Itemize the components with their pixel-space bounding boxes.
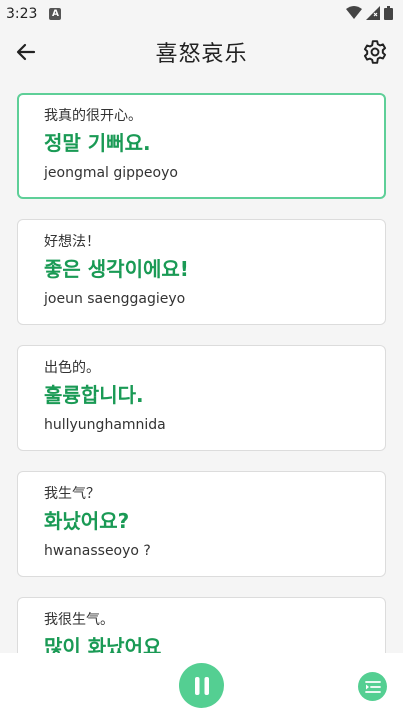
playlist-button[interactable]: [358, 672, 387, 701]
romanization-text: joeun saenggagieyo: [44, 291, 186, 307]
phrase-card[interactable]: 好想法！ 좋은 생각이에요! joeun saenggagieyo: [17, 219, 386, 325]
pause-icon: [194, 676, 209, 695]
phrase-card[interactable]: 我很生气。 많이 화났어요: [17, 597, 386, 653]
romanization-text: hwanasseoyo ?: [44, 543, 151, 559]
arrow-left-icon: [16, 43, 36, 61]
phrase-card[interactable]: 出色的。 훌륭합니다. hullyunghamnida: [17, 345, 386, 451]
romanization-text: jeongmal gippeoyo: [44, 165, 178, 181]
chinese-text: 我很生气。: [44, 612, 114, 628]
chinese-text: 好想法！: [44, 234, 100, 250]
back-button[interactable]: [12, 38, 40, 66]
korean-text: 좋은 생각이에요!: [44, 257, 189, 281]
gear-icon: [363, 40, 387, 64]
wifi-icon: [346, 5, 362, 24]
romanization-text: hullyunghamnida: [44, 417, 166, 433]
chinese-text: 出色的。: [44, 360, 100, 376]
phrase-card[interactable]: 我真的很开心。 정말 기뻐요. jeongmal gippeoyo: [17, 93, 386, 199]
chinese-text: 我真的很开心。: [44, 108, 142, 124]
status-bar: 3:23 A: [0, 0, 403, 28]
phrase-card[interactable]: 我生气？ 화났어요? hwanasseoyo ?: [17, 471, 386, 577]
page-title: 喜怒哀乐: [155, 42, 248, 67]
app-bar: 喜怒哀乐: [0, 28, 403, 76]
list-icon: [364, 680, 381, 693]
korean-text: 많이 화났어요: [44, 635, 162, 653]
a-box-icon: A: [49, 8, 62, 20]
chinese-text: 我生气？: [44, 486, 100, 502]
battery-icon: [384, 5, 393, 24]
korean-text: 훌륭합니다.: [44, 383, 144, 407]
pause-button[interactable]: [179, 663, 224, 708]
korean-text: 정말 기뻐요.: [44, 131, 151, 155]
signal-icon: [366, 5, 380, 24]
settings-button[interactable]: [361, 38, 389, 66]
status-icons: [346, 5, 393, 24]
status-time: 3:23: [6, 6, 38, 22]
korean-text: 화났어요?: [44, 509, 130, 533]
phrase-list[interactable]: 我真的很开心。 정말 기뻐요. jeongmal gippeoyo 好想法！ 좋…: [0, 78, 403, 653]
bottom-bar: [0, 653, 403, 717]
